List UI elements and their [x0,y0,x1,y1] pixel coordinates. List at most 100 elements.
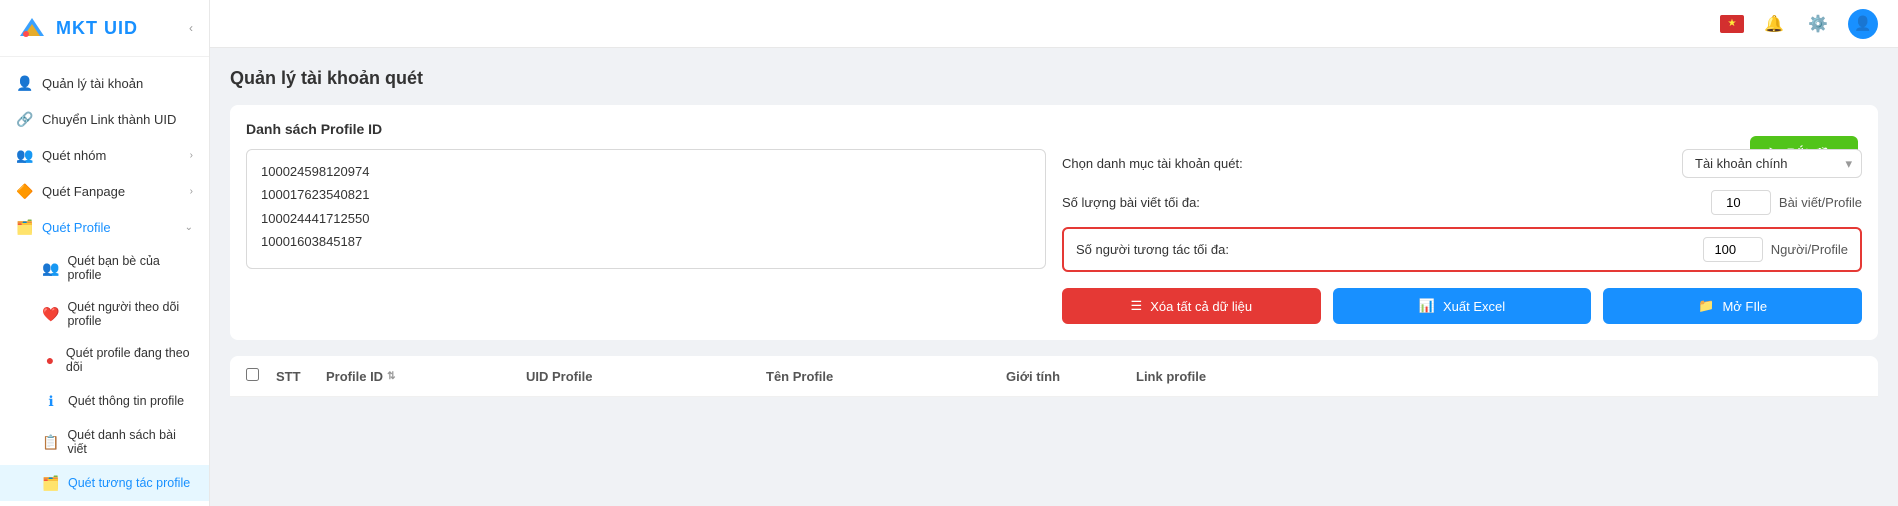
profile-id-column: 100024598120974 100017623540821 10002444… [246,149,1046,324]
interact-icon: 🗂️ [42,474,60,492]
sidebar-item-label: Quét người theo dõi profile [67,300,193,328]
chevron-right-icon: › [190,186,193,197]
heart-icon: ❤️ [42,305,59,323]
th-ten-profile: Tên Profile [766,369,1006,384]
so-luong-bai-viet-group: Bài viết/Profile [1711,190,1862,215]
chon-danh-muc-select[interactable]: Tài khoản chính Tài khoản phụ [1682,149,1862,178]
card-area: ▶ Bắt đầu Quản lý tài khoản quét Danh sá… [230,68,1878,397]
sidebar-item-quan-ly-tai-khoan[interactable]: 👤 Quản lý tài khoản [0,65,209,101]
sidebar-item-quet-nhom[interactable]: 👥 Quét nhóm › [0,137,209,173]
xoa-tat-ca-label: Xóa tất cả dữ liệu [1150,299,1252,314]
sidebar-item-quet-fanpage[interactable]: 🔶 Quét Fanpage › [0,173,209,209]
sidebar-item-quet-profile[interactable]: 🗂️ Quét Profile ⌄ [0,209,209,245]
right-controls: Chọn danh mục tài khoản quét: Tài khoản … [1062,149,1862,324]
sidebar-item-label: Quét Fanpage [42,184,125,199]
mo-file-label: Mở FIle [1722,299,1767,314]
sidebar-item-quet-profile-dang-theo-doi[interactable]: ● Quét profile đang theo dõi [0,337,209,383]
sidebar-item-chuyen-link-uid[interactable]: 🔗 Chuyển Link thành UID [0,101,209,137]
so-nguoi-tuong-tac-group: Người/Profile [1703,237,1848,262]
sidebar-item-quet-thong-tin[interactable]: ℹ Quét thông tin profile [0,383,209,419]
profile-id-item: 10001603845187 [261,230,1031,253]
profile-id-item: 100017623540821 [261,183,1031,206]
user-icon: 👤 [16,74,34,92]
sidebar-logo: MKT UID ‹ [0,0,209,57]
sidebar-item-quet-tuong-tac[interactable]: 🗂️ Quét tương tác profile [0,465,209,501]
mo-file-button[interactable]: 📁 Mở FIle [1603,288,1862,324]
sidebar-item-label: Quét Profile [42,220,111,235]
th-link-profile-label: Link profile [1136,369,1206,384]
xuat-excel-button[interactable]: 📊 Xuất Excel [1333,288,1592,324]
folder-icon: 📁 [1698,298,1714,314]
avatar-icon: 👤 [1854,15,1871,32]
collapse-button[interactable]: ‹ [189,21,193,35]
info-icon: ℹ [42,392,60,410]
sidebar: MKT UID ‹ 👤 Quản lý tài khoản 🔗 Chuyển L… [0,0,210,506]
sidebar-item-label: Quản lý tài khoản [42,76,143,91]
sidebar-item-quet-nguoi-theo-doi[interactable]: ❤️ Quét người theo dõi profile [0,291,209,337]
main-content: ★ 🔔 ⚙️ 👤 ▶ Bắt đầu Quản lý tài khoản qué… [210,0,1898,506]
action-buttons: ☰ Xóa tất cả dữ liệu 📊 Xuất Excel 📁 Mở F… [1062,288,1862,324]
th-ten-profile-label: Tên Profile [766,369,833,384]
so-luong-bai-viet-input[interactable] [1711,190,1771,215]
sidebar-item-label: Quét tương tác profile [68,476,190,490]
sidebar-item-label: Quét profile đang theo dõi [66,346,193,374]
so-nguoi-tuong-tac-unit: Người/Profile [1771,242,1848,257]
excel-icon: 📊 [1419,298,1435,314]
so-nguoi-tuong-tac-row: Số người tương tác tối đa: Người/Profile [1062,227,1862,272]
chevron-right-icon: › [190,150,193,161]
sidebar-item-label: Quét nhóm [42,148,106,163]
xuat-excel-label: Xuất Excel [1443,299,1505,314]
trash-icon: ☰ [1131,298,1143,314]
sort-icon[interactable]: ⇅ [387,371,395,382]
th-profile-id: Profile ID ⇅ [326,369,526,384]
friends-icon: 👥 [42,259,59,277]
so-nguoi-tuong-tac-label: Số người tương tác tối đa: [1076,242,1276,257]
chevron-down-icon: ⌄ [185,222,193,233]
main-card: Danh sách Profile ID 100024598120974 100… [230,105,1878,340]
logo-icon [16,12,48,44]
profile-list-title: Danh sách Profile ID [246,121,1862,137]
link-icon: 🔗 [16,110,34,128]
bell-icon[interactable]: 🔔 [1760,10,1788,38]
sidebar-item-label: Quét bạn bè của profile [67,254,193,282]
sidebar-item-label: Quét thông tin profile [68,394,184,408]
th-checkbox [246,368,276,384]
following-icon: ● [42,351,58,369]
xoa-tat-ca-button[interactable]: ☰ Xóa tất cả dữ liệu [1062,288,1321,324]
table-header: STT Profile ID ⇅ UID Profile Tên Profile… [230,356,1878,397]
th-uid-profile: UID Profile [526,369,766,384]
so-luong-bai-viet-row: Số lượng bài viết tối đa: Bài viết/Profi… [1062,190,1862,215]
content-area: ▶ Bắt đầu Quản lý tài khoản quét Danh sá… [210,48,1898,506]
profile-id-item: 100024598120974 [261,160,1031,183]
list-icon: 📋 [42,433,59,451]
th-link-profile: Link profile [1136,369,1862,384]
so-nguoi-tuong-tac-input[interactable] [1703,237,1763,262]
sidebar-item-label: Quét danh sách bài viết [67,428,193,456]
fanpage-icon: 🔶 [16,182,34,200]
th-gioi-tinh-label: Giới tính [1006,369,1060,384]
logo-text: MKT UID [56,18,138,39]
topbar: ★ 🔔 ⚙️ 👤 [210,0,1898,48]
page-title: Quản lý tài khoản quét [230,68,1878,89]
chon-danh-muc-label: Chọn danh mục tài khoản quét: [1062,156,1262,171]
profile-id-item: 100024441712550 [261,207,1031,230]
so-luong-bai-viet-unit: Bài viết/Profile [1779,195,1862,210]
th-stt-label: STT [276,369,301,384]
th-stt: STT [276,369,326,384]
two-col-layout: 100024598120974 100017623540821 10002444… [246,149,1862,324]
group-icon: 👥 [16,146,34,164]
sidebar-menu: 👤 Quản lý tài khoản 🔗 Chuyển Link thành … [0,57,209,506]
chon-danh-muc-wrapper: Tài khoản chính Tài khoản phụ [1682,149,1862,178]
so-luong-bai-viet-label: Số lượng bài viết tối đa: [1062,195,1262,210]
select-all-checkbox[interactable] [246,368,259,381]
avatar[interactable]: 👤 [1848,9,1878,39]
th-profile-id-label: Profile ID [326,369,383,384]
flag-icon: ★ [1720,15,1744,33]
flag-star: ★ [1728,18,1737,29]
profile-id-list[interactable]: 100024598120974 100017623540821 10002444… [246,149,1046,269]
sidebar-item-quet-ban-be[interactable]: 👥 Quét bạn bè của profile [0,245,209,291]
th-uid-profile-label: UID Profile [526,369,592,384]
sidebar-item-quet-danh-sach-bai-viet[interactable]: 📋 Quét danh sách bài viết [0,419,209,465]
settings-icon[interactable]: ⚙️ [1804,10,1832,38]
chon-danh-muc-row: Chọn danh mục tài khoản quét: Tài khoản … [1062,149,1862,178]
